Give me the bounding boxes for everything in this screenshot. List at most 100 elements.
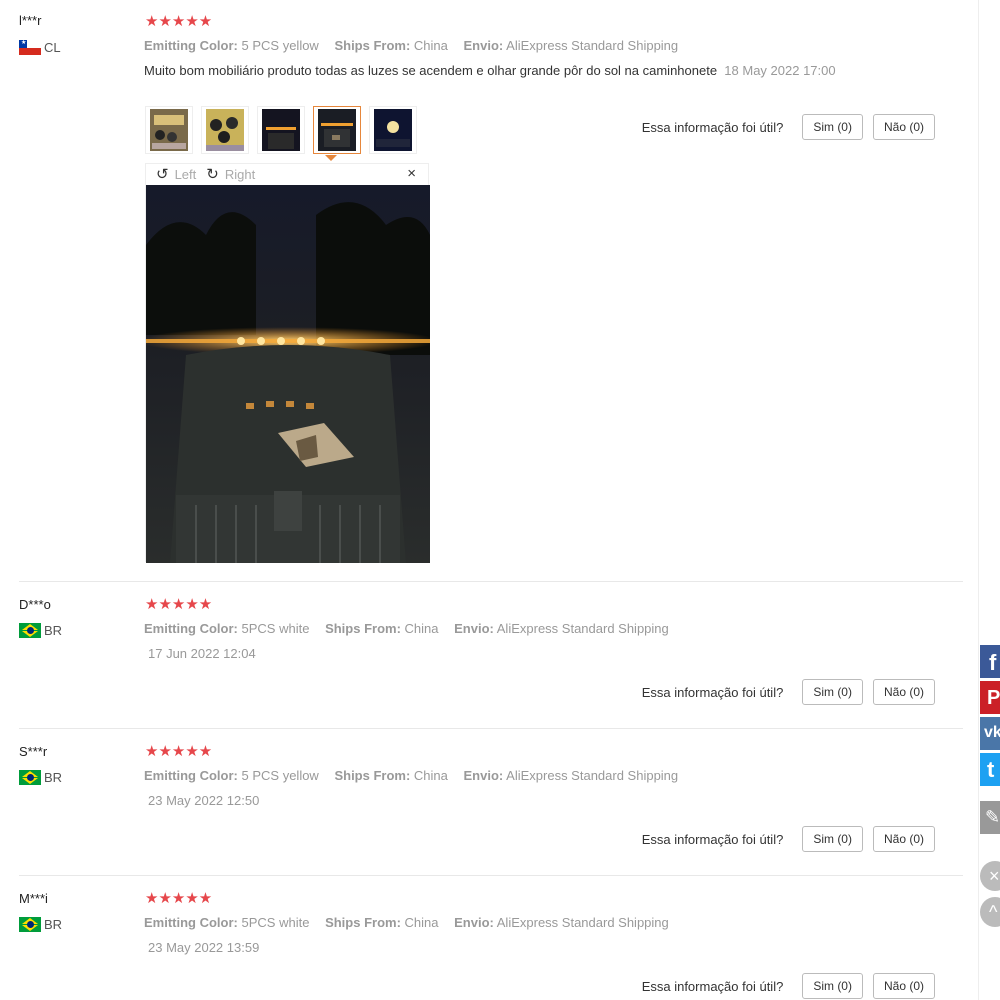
star-rating: ★★★★★ bbox=[145, 13, 213, 30]
chile-flag-icon: ★ bbox=[19, 40, 41, 55]
photo-viewer-toolbar: ↺ Left ↻ Right × bbox=[146, 164, 428, 184]
facebook-icon: f bbox=[989, 650, 997, 675]
helpful-vote: Essa informação foi útil? Sim (0) Não (0… bbox=[642, 826, 935, 852]
twitter-icon: t bbox=[987, 757, 995, 782]
reviewer-name: S***r bbox=[19, 744, 48, 759]
helpful-yes-button[interactable]: Sim (0) bbox=[802, 826, 863, 852]
review-date: 23 May 2022 12:50 bbox=[148, 793, 260, 808]
facebook-share-button[interactable]: f bbox=[980, 645, 1000, 678]
rotate-right-label: Right bbox=[224, 166, 256, 182]
helpful-vote: Essa informação foi útil? Sim (0) Não (0… bbox=[642, 679, 935, 705]
photo-thumbnail[interactable] bbox=[257, 106, 305, 154]
review-text: Muito bom mobiliário produto todas as lu… bbox=[144, 63, 718, 78]
ships-from-value: China bbox=[404, 621, 439, 636]
photo-thumbnail[interactable] bbox=[369, 106, 417, 154]
emitting-color-label: Emitting Color: bbox=[144, 621, 238, 636]
vk-icon: vk bbox=[984, 724, 1000, 741]
helpful-vote: Essa informação foi útil? Sim (0) Não (0… bbox=[642, 973, 935, 999]
chevron-up-icon: ^ bbox=[989, 902, 998, 922]
rotate-left-label: Left bbox=[174, 166, 197, 182]
rotate-right-icon: ↻ bbox=[206, 166, 219, 183]
reviewer-country: ★ CL bbox=[19, 40, 61, 55]
order-info: Emitting Color: 5PCS white Ships From: C… bbox=[144, 915, 681, 930]
helpful-yes-button[interactable]: Sim (0) bbox=[802, 679, 863, 705]
envio-value: AliExpress Standard Shipping bbox=[496, 915, 669, 930]
helpful-question: Essa informação foi útil? bbox=[641, 831, 784, 847]
reviewer-country: BR bbox=[19, 917, 62, 932]
reviewer-name: D***o bbox=[19, 597, 51, 612]
vk-share-button[interactable]: vk bbox=[980, 717, 1000, 750]
helpful-yes-button[interactable]: Sim (0) bbox=[802, 114, 863, 140]
country-code: CL bbox=[44, 40, 61, 55]
reviewer-country: BR bbox=[19, 770, 62, 785]
review-item: M***i BR ★★★★★ Emitting Color: 5PCS whit… bbox=[0, 876, 978, 1000]
helpful-no-button[interactable]: Não (0) bbox=[872, 973, 935, 999]
emitting-color-value: 5 PCS yellow bbox=[241, 38, 319, 53]
reviewer-country: BR bbox=[19, 623, 62, 638]
pencil-icon: ✎ bbox=[985, 807, 1000, 827]
review-item: S***r BR ★★★★★ Emitting Color: 5 PCS yel… bbox=[0, 729, 978, 875]
country-code: BR bbox=[44, 917, 63, 932]
reviews-list: l***r ★ CL ★★★★★ Emitting Color: 5 PCS y… bbox=[0, 0, 979, 1000]
envio-label: Envio: bbox=[454, 621, 494, 636]
emitting-color-value: 5PCS white bbox=[241, 915, 310, 930]
ships-from-value: China bbox=[413, 38, 448, 53]
star-rating: ★★★★★ bbox=[145, 743, 213, 760]
emitting-color-label: Emitting Color: bbox=[144, 768, 238, 783]
reviewer-name: M***i bbox=[19, 891, 48, 906]
rotate-right-button[interactable]: ↻ Right bbox=[206, 165, 255, 183]
review-photo-thumbnails bbox=[145, 106, 425, 154]
envio-value: AliExpress Standard Shipping bbox=[496, 621, 669, 636]
edit-button[interactable]: ✎ bbox=[980, 801, 1000, 834]
helpful-no-button[interactable]: Não (0) bbox=[872, 679, 935, 705]
order-info: Emitting Color: 5PCS white Ships From: C… bbox=[144, 621, 681, 636]
emitting-color-label: Emitting Color: bbox=[144, 915, 238, 930]
helpful-yes-button[interactable]: Sim (0) bbox=[802, 973, 863, 999]
photo-thumbnail[interactable] bbox=[145, 106, 193, 154]
ships-from-value: China bbox=[413, 768, 448, 783]
envio-value: AliExpress Standard Shipping bbox=[506, 38, 679, 53]
ships-from-label: Ships From: bbox=[325, 621, 401, 636]
review-date: 17 Jun 2022 12:04 bbox=[148, 646, 256, 661]
review-item: D***o BR ★★★★★ Emitting Color: 5PCS whit… bbox=[0, 582, 978, 728]
twitter-share-button[interactable]: t bbox=[980, 753, 1000, 786]
photo-thumbnail[interactable] bbox=[201, 106, 249, 154]
envio-label: Envio: bbox=[454, 915, 494, 930]
helpful-question: Essa informação foi útil? bbox=[641, 119, 784, 135]
brazil-flag-icon bbox=[19, 623, 41, 638]
review-item: l***r ★ CL ★★★★★ Emitting Color: 5 PCS y… bbox=[0, 0, 978, 582]
ships-from-label: Ships From: bbox=[334, 38, 411, 53]
emitting-color-label: Emitting Color: bbox=[144, 38, 238, 53]
review-date: 23 May 2022 13:59 bbox=[148, 940, 260, 955]
helpful-no-button[interactable]: Não (0) bbox=[872, 826, 935, 852]
brazil-flag-icon bbox=[19, 770, 41, 785]
reviewer-name: l***r bbox=[19, 13, 42, 28]
photo-thumbnail-active[interactable] bbox=[313, 106, 361, 154]
close-share-button[interactable]: × bbox=[980, 861, 1000, 891]
helpful-vote: Essa informação foi útil? Sim (0) Não (0… bbox=[642, 114, 935, 140]
emitting-color-value: 5PCS white bbox=[241, 621, 310, 636]
helpful-question: Essa informação foi útil? bbox=[641, 684, 784, 700]
pinterest-share-button[interactable]: P bbox=[980, 681, 1000, 714]
close-icon[interactable]: × bbox=[407, 165, 416, 182]
helpful-no-button[interactable]: Não (0) bbox=[872, 114, 935, 140]
envio-label: Envio: bbox=[463, 38, 504, 53]
back-to-top-button[interactable]: ^ bbox=[980, 897, 1000, 927]
close-icon: × bbox=[989, 866, 1000, 886]
helpful-question: Essa informação foi útil? bbox=[641, 978, 784, 994]
envio-label: Envio: bbox=[463, 768, 504, 783]
emitting-color-value: 5 PCS yellow bbox=[241, 768, 319, 783]
star-rating: ★★★★★ bbox=[145, 890, 213, 907]
rotate-left-icon: ↺ bbox=[156, 166, 169, 183]
brazil-flag-icon bbox=[19, 917, 41, 932]
country-code: BR bbox=[44, 623, 63, 638]
order-info: Emitting Color: 5 PCS yellow Ships From:… bbox=[144, 768, 690, 783]
country-code: BR bbox=[44, 770, 63, 785]
pinterest-icon: P bbox=[987, 687, 1000, 709]
review-photo-large bbox=[146, 185, 430, 563]
ships-from-label: Ships From: bbox=[334, 768, 411, 783]
ships-from-label: Ships From: bbox=[325, 915, 401, 930]
photo-viewer: ↺ Left ↻ Right × bbox=[145, 163, 430, 563]
rotate-left-button[interactable]: ↺ Left bbox=[156, 165, 196, 183]
review-text-block: Muito bom mobiliário produto todas as lu… bbox=[144, 62, 844, 80]
